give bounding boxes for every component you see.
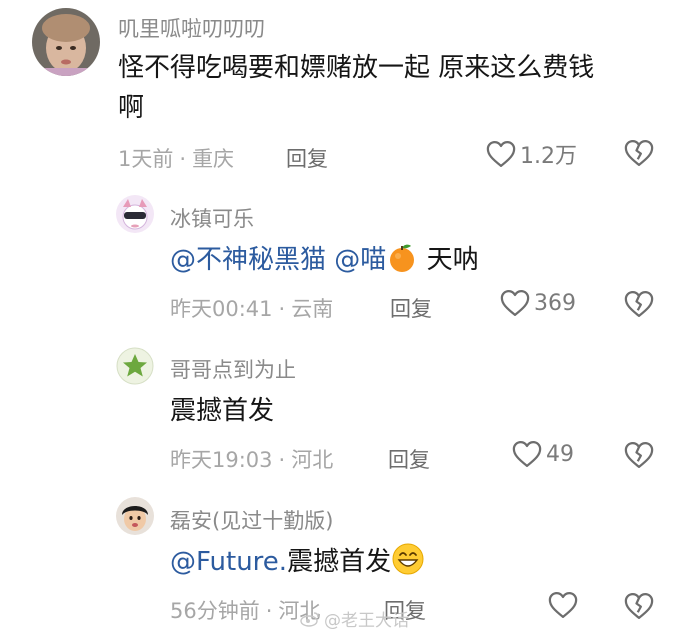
username[interactable]: 磊安(见过十勤版)	[170, 505, 333, 535]
comment-text-body: 天呐	[426, 245, 479, 275]
dislike-button[interactable]	[624, 290, 654, 318]
username[interactable]: 哥哥点到为止	[170, 354, 296, 384]
reply-button[interactable]: 回复	[390, 293, 432, 323]
user-avatar-photo	[32, 8, 100, 76]
mention-link[interactable]: @不神秘黑猫	[170, 245, 326, 275]
comment-meta: 昨天00:41 · 云南	[170, 297, 334, 321]
broken-heart-icon	[624, 442, 654, 468]
comment-text: 震撼首发	[170, 396, 275, 426]
broken-heart-icon	[624, 291, 654, 317]
watermark-text: @老王大话	[324, 611, 409, 631]
like-count: 49	[546, 441, 574, 467]
username[interactable]: 叽里呱啦叨叨叨	[118, 13, 265, 43]
comment-text-line: 啊	[118, 93, 145, 123]
avatar[interactable]	[116, 497, 154, 535]
comment-time: 昨天00:41	[170, 297, 273, 321]
like-button[interactable]: 369	[500, 289, 576, 317]
avatar[interactable]	[116, 347, 154, 385]
mention-link[interactable]: @Future.	[170, 547, 287, 577]
user-avatar-cartoon	[116, 195, 154, 233]
comment-text: 怪不得吃喝要和嫖赌放一起 原来这么费钱 啊	[118, 48, 678, 128]
heart-icon	[512, 441, 542, 467]
comment-time: 昨天19:03	[170, 448, 273, 472]
comment-text-body: 震撼首发	[287, 547, 392, 577]
like-count: 1.2万	[520, 144, 577, 169]
comment-meta: 1天前 · 重庆	[118, 147, 235, 171]
broken-heart-icon	[624, 140, 654, 166]
like-button[interactable]: 49	[512, 440, 574, 468]
weibo-logo-icon	[300, 611, 319, 627]
comment-text: @不神秘黑猫 @喵 天呐	[170, 240, 479, 286]
broken-heart-icon	[624, 593, 654, 619]
comment-time: 56分钟前	[170, 599, 260, 623]
comment-meta: 56分钟前 · 河北	[170, 599, 321, 623]
comment-time: 1天前	[118, 147, 174, 171]
comment-location: 重庆	[192, 147, 235, 171]
watermark: @老王大话	[300, 606, 409, 631]
dislike-button[interactable]	[624, 139, 654, 167]
dislike-button[interactable]	[624, 592, 654, 620]
star-avatar-icon	[116, 347, 154, 385]
avatar[interactable]	[116, 195, 154, 233]
comment-meta: 昨天19:03 · 河北	[170, 448, 334, 472]
username[interactable]: 冰镇可乐	[170, 203, 254, 233]
heart-icon	[500, 290, 530, 316]
orange-emoji-icon	[386, 242, 418, 286]
reply-button[interactable]: 回复	[286, 143, 328, 173]
heart-icon	[548, 592, 578, 618]
comment-location: 河北	[291, 448, 334, 472]
comment-location: 云南	[291, 297, 334, 321]
grinning-face-emoji-icon	[391, 542, 425, 588]
avatar[interactable]	[32, 8, 100, 76]
comment-text: @Future.震撼首发	[170, 542, 425, 588]
like-count: 369	[534, 290, 576, 316]
reply-button[interactable]: 回复	[388, 444, 430, 474]
dislike-button[interactable]	[624, 441, 654, 469]
mention-link[interactable]: @喵	[334, 245, 386, 275]
heart-icon	[486, 141, 516, 167]
comment-text-line: 怪不得吃喝要和嫖赌放一起 原来这么费钱	[118, 53, 595, 83]
like-button[interactable]: 1.2万	[486, 138, 577, 170]
user-avatar-face	[116, 497, 154, 535]
like-button[interactable]	[548, 591, 582, 619]
